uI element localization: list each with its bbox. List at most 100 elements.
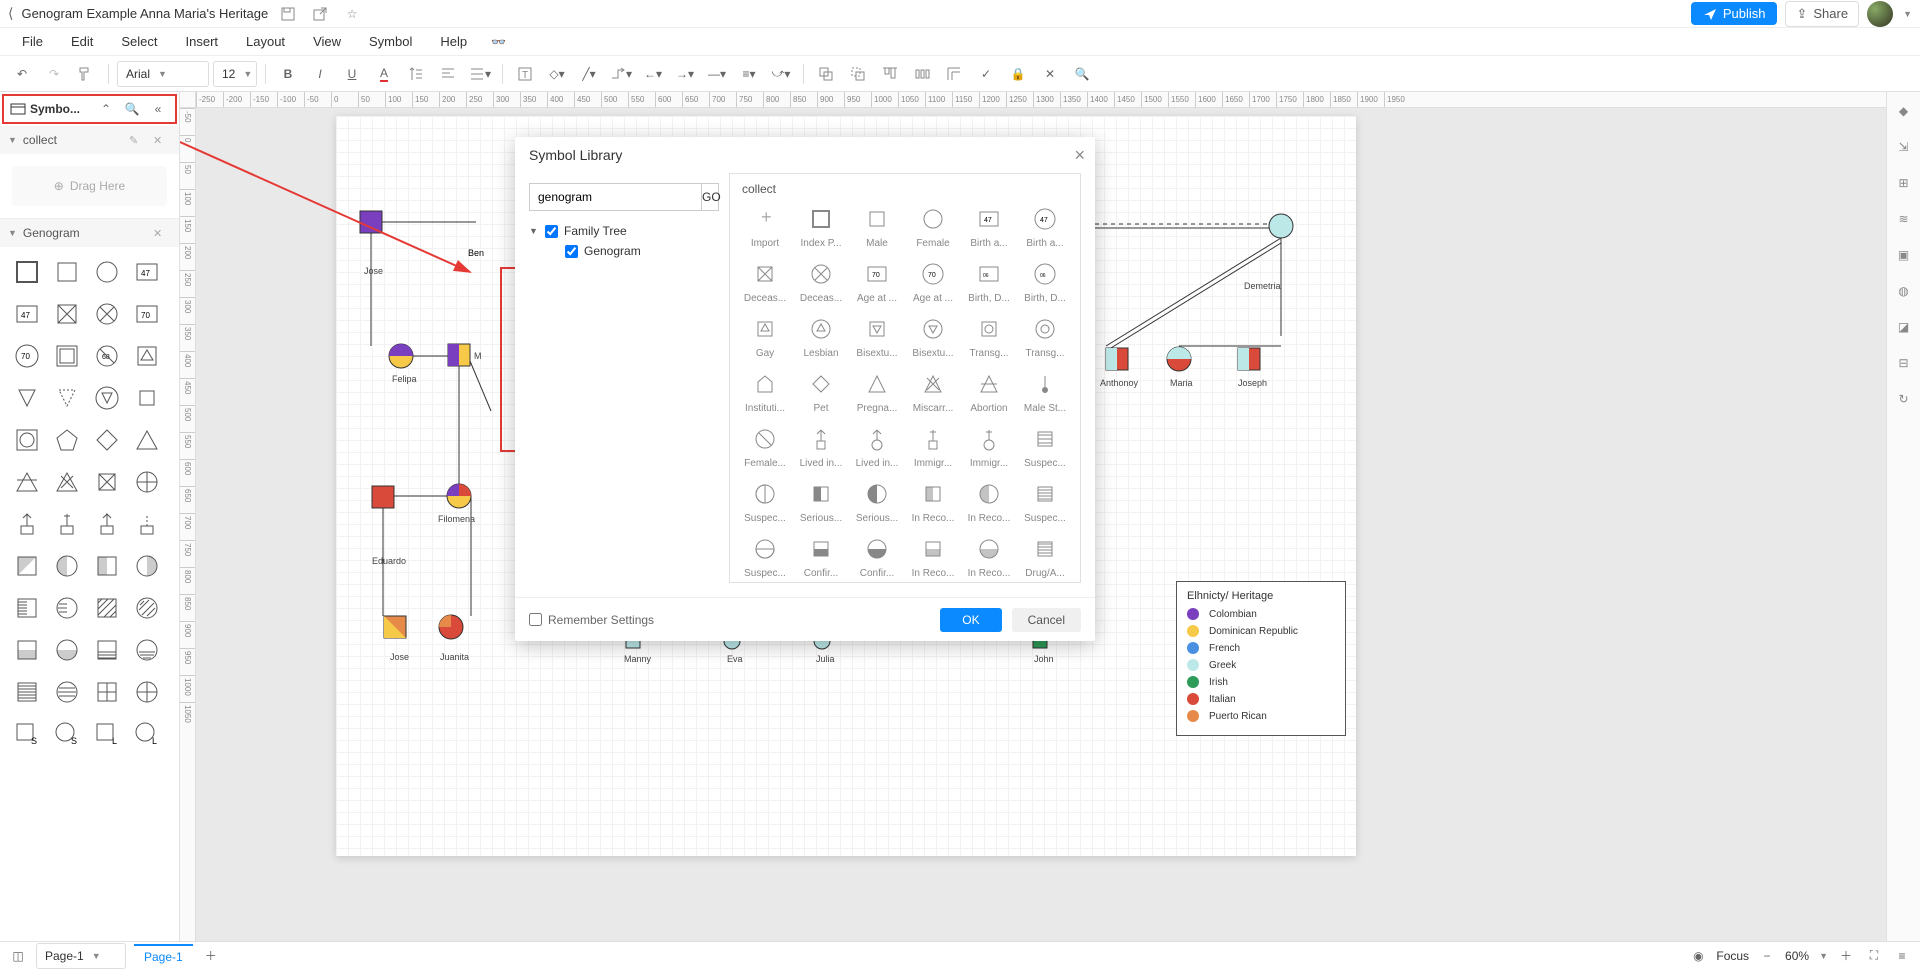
font-color-button[interactable]: A (370, 60, 398, 88)
search-toolbar-button[interactable]: 🔍 (1068, 60, 1096, 88)
menu-select[interactable]: Select (107, 30, 171, 53)
save-icon[interactable] (276, 2, 300, 26)
symbol-drug-a-[interactable]: Drug/A... (1018, 534, 1072, 579)
shape-square-thin[interactable] (50, 255, 84, 289)
genogram-header[interactable]: ▼ Genogram ✕ (0, 219, 179, 247)
shape-tri-down-dashed[interactable] (50, 381, 84, 415)
back-button[interactable]: ⟨ (8, 5, 13, 22)
symbol-birth-a-[interactable]: 47Birth a... (1018, 204, 1072, 249)
node-demetria[interactable] (1269, 214, 1293, 238)
size-match-button[interactable] (940, 60, 968, 88)
zoom-in-button[interactable]: ＋ (1836, 946, 1856, 966)
page-selector[interactable]: Page-1▼ (36, 943, 126, 969)
shape-immi2[interactable] (50, 507, 84, 541)
ungroup-button[interactable] (844, 60, 872, 88)
shape-tri-down-circle[interactable] (90, 381, 124, 415)
shape-immi1[interactable] (10, 507, 44, 541)
shape-death-68[interactable]: 68 (90, 339, 124, 373)
ok-button[interactable]: OK (940, 608, 1001, 632)
align-objects-button[interactable] (876, 60, 904, 88)
checkbox-genogram[interactable] (565, 245, 578, 258)
search-panel-icon[interactable]: 🔍 (121, 98, 143, 120)
shape-circ-s[interactable]: S (50, 717, 84, 751)
style-panel-icon[interactable]: ◆ (1891, 98, 1917, 124)
shape-full-hatch-circ[interactable] (50, 675, 84, 709)
symbol-confir-[interactable]: Confir... (794, 534, 848, 579)
shape-immi4[interactable] (130, 507, 164, 541)
symbol-female-[interactable]: Female... (738, 424, 792, 469)
symbol-abortion[interactable]: Abortion (962, 369, 1016, 414)
symbol-serious-[interactable]: Serious... (850, 479, 904, 524)
line-style-button[interactable]: —▾ (703, 60, 731, 88)
symbol-gay[interactable]: Gay (738, 314, 792, 359)
check-button[interactable]: ✓ (972, 60, 1000, 88)
shape-square-thick[interactable] (10, 255, 44, 289)
shape-x-sq[interactable] (90, 465, 124, 499)
symbol-bisextu-[interactable]: Bisextu... (850, 314, 904, 359)
symbol-bisextu-[interactable]: Bisextu... (906, 314, 960, 359)
star-icon[interactable]: ☆ (340, 2, 364, 26)
line-weight-button[interactable]: ≡▾ (735, 60, 763, 88)
shape-sq-l[interactable]: L (90, 717, 124, 751)
collect-header[interactable]: ▼ collect ✎ ✕ (0, 126, 179, 154)
shape-x-circ[interactable] (130, 465, 164, 499)
shape-half-sq-v[interactable] (90, 549, 124, 583)
symbol-age-at-[interactable]: 70Age at ... (906, 259, 960, 304)
symbol-serious-[interactable]: Serious... (794, 479, 848, 524)
grid-panel-icon[interactable]: ⊞ (1891, 170, 1917, 196)
shape-quad-circ[interactable] (130, 675, 164, 709)
symbol-deceas-[interactable]: Deceas... (738, 259, 792, 304)
shape-half-circ-v[interactable] (50, 549, 84, 583)
italic-button[interactable]: I (306, 60, 334, 88)
symbol-lesbian[interactable]: Lesbian (794, 314, 848, 359)
node-jose[interactable] (360, 211, 382, 233)
avatar[interactable] (1867, 1, 1893, 27)
symbol-miscarr-[interactable]: Miscarr... (906, 369, 960, 414)
arrow-start-button[interactable]: ←▾ (639, 60, 667, 88)
menu-symbol[interactable]: Symbol (355, 30, 426, 53)
shape-cir-in-sq[interactable] (10, 423, 44, 457)
export-panel-icon[interactable]: ⇲ (1891, 134, 1917, 160)
text-direction-button[interactable] (402, 60, 430, 88)
ruler-panel-icon[interactable]: ⊟ (1891, 350, 1917, 376)
outline-icon[interactable]: ◫ (8, 946, 28, 966)
menu-file[interactable]: File (8, 30, 57, 53)
symbol-lived-in-[interactable]: Lived in... (850, 424, 904, 469)
shape-pentagon[interactable] (50, 423, 84, 457)
glasses-icon[interactable]: 👓 (481, 31, 516, 53)
shape-half-circ-r[interactable] (130, 549, 164, 583)
shape-hatch-sq-half[interactable] (10, 591, 44, 625)
share-button[interactable]: ⇪ Share (1785, 1, 1859, 27)
shape-tri-in-square[interactable] (130, 339, 164, 373)
symbol-deceas-[interactable]: Deceas... (794, 259, 848, 304)
shape-tri-x[interactable] (50, 465, 84, 499)
shape-hatch-circ-half[interactable] (50, 591, 84, 625)
symbol-in-reco-[interactable]: In Reco... (906, 534, 960, 579)
settings-icon[interactable]: ≡ (1892, 946, 1912, 966)
canvas-area[interactable]: -250-200-150-100-50050100150200250300350… (180, 92, 1886, 941)
bold-button[interactable]: B (274, 60, 302, 88)
present-panel-icon[interactable]: ▣ (1891, 242, 1917, 268)
symbol-in-reco-[interactable]: In Reco... (906, 479, 960, 524)
menu-edit[interactable]: Edit (57, 30, 107, 53)
tools-button[interactable]: ✕ (1036, 60, 1064, 88)
symbol-pet[interactable]: Pet (794, 369, 848, 414)
font-select[interactable]: Arial▼ (117, 61, 209, 87)
close-genogram-icon[interactable]: ✕ (153, 227, 171, 240)
symbol-confir-[interactable]: Confir... (850, 534, 904, 579)
shape-dbl-square[interactable] (50, 339, 84, 373)
shape-quad-sq[interactable] (90, 675, 124, 709)
go-button[interactable]: GO (701, 184, 721, 210)
symbol-transg-[interactable]: Transg... (1018, 314, 1072, 359)
remember-settings-checkbox[interactable]: Remember Settings (529, 613, 654, 627)
shape-sq-s[interactable]: S (10, 717, 44, 751)
symbol-immigr-[interactable]: Immigr... (962, 424, 1016, 469)
shape-age-70-sq[interactable]: 70 (130, 297, 164, 331)
close-collect-icon[interactable]: ✕ (153, 134, 171, 147)
symbol-age-at-[interactable]: 70Age at ... (850, 259, 904, 304)
edit-collect-icon[interactable]: ✎ (129, 134, 147, 147)
shape-half-circ-b[interactable] (50, 633, 84, 667)
shape-age-70-cir[interactable]: 70 (10, 339, 44, 373)
shape-deceased-circle[interactable] (90, 297, 124, 331)
export-icon[interactable] (308, 2, 332, 26)
